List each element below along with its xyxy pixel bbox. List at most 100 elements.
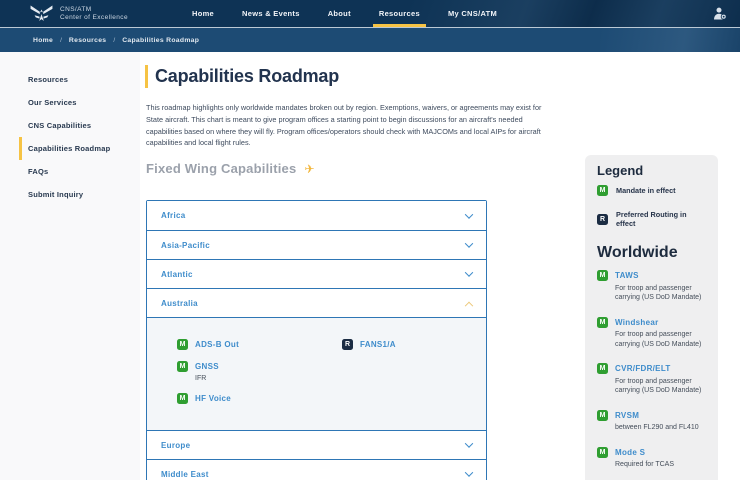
sidebar-item[interactable]: FAQs (19, 160, 140, 183)
airplane-icon: ✈ (304, 162, 314, 176)
accordion-label: Africa (161, 211, 185, 220)
accordion-row-atlantic[interactable]: Atlantic (147, 259, 486, 288)
main-content: Capabilities Roadmap This roadmap highli… (140, 52, 585, 480)
mandate-badge: M (177, 339, 188, 350)
australia-capabilities-panel: M ADS-B Out M GNSS (147, 317, 486, 430)
accordion-row-middle-east[interactable]: Middle East (147, 459, 486, 480)
capability-link[interactable]: RVSM (615, 411, 639, 420)
chevron-up-icon (465, 302, 473, 310)
mandate-badge: M (597, 185, 608, 196)
nav-item[interactable]: Home (178, 0, 228, 27)
chevron-down-icon (465, 268, 473, 276)
capabilities-column-1: M ADS-B Out M GNSS (177, 339, 342, 422)
accordion-label: Middle East (161, 470, 209, 479)
sidebar-item[interactable]: Capabilities Roadmap (19, 137, 140, 160)
legend-list: M Mandate in effect R Preferred Routing … (597, 185, 706, 228)
capabilities-column-2: R FANS1/A (342, 339, 396, 422)
breadcrumb-item: / Resources (53, 37, 106, 44)
capability-note: IFR (195, 375, 342, 382)
breadcrumb-link[interactable]: Capabilities Roadmap (122, 37, 199, 44)
mandate-badge: M (597, 317, 608, 328)
capability-note: For troop and passenger carrying (US DoD… (615, 377, 715, 396)
sidebar-item[interactable]: Resources (19, 68, 140, 91)
chevron-down-icon (465, 439, 473, 447)
legend-title: Legend (597, 163, 706, 178)
air-force-wings-logo (30, 4, 53, 23)
accordion-row-australia[interactable]: Australia (147, 288, 486, 317)
legend-item: R Preferred Routing in effect (597, 210, 706, 228)
sidebar-item[interactable]: Submit Inquiry (19, 183, 140, 206)
breadcrumb-link[interactable]: Home (33, 37, 53, 44)
brand[interactable]: CNS/ATM Center of Excellence (30, 4, 128, 23)
legend-panel: Legend M Mandate in effect R Preferred R… (585, 155, 718, 480)
capability-note: For troop and passenger carrying (US DoD… (615, 284, 715, 303)
worldwide-item: M RVSM between FL290 and FL410 (597, 410, 706, 433)
page: CNS/ATM Center of Excellence Home News &… (0, 0, 740, 480)
legend-item-label: Mandate in effect (616, 186, 676, 195)
nav-item[interactable]: About (314, 0, 365, 27)
accordion-label: Asia-Pacific (161, 241, 210, 250)
accordion-label: Atlantic (161, 270, 193, 279)
capability-link[interactable]: HF Voice (195, 394, 231, 403)
worldwide-item: M TAWS For troop and passenger carrying … (597, 270, 706, 303)
breadcrumb-separator: / (113, 37, 115, 44)
title-row: Capabilities Roadmap (145, 65, 339, 88)
capability-link[interactable]: GNSS (195, 362, 219, 371)
brand-text: CNS/ATM Center of Excellence (60, 6, 128, 22)
accordion-row-asia-pacific[interactable]: Asia-Pacific (147, 230, 486, 259)
mandate-badge: R (342, 339, 353, 350)
content-area: Resources Our Services CNS Capabilities … (0, 52, 740, 480)
nav-item[interactable]: My CNS/ATM (434, 0, 511, 27)
capability-item: M HF Voice (177, 393, 342, 404)
mandate-badge: M (597, 270, 608, 281)
legend-item: M Mandate in effect (597, 185, 706, 196)
chevron-down-icon (465, 239, 473, 247)
section-heading-label: Fixed Wing Capabilities (146, 161, 296, 176)
chevron-down-icon (465, 468, 473, 476)
top-nav-bar: CNS/ATM Center of Excellence Home News &… (0, 0, 740, 27)
worldwide-item: M Mode S Required for TCAS (597, 447, 706, 470)
main-nav: Home News & Events About Resources My CN… (178, 0, 511, 27)
accordion-label: Europe (161, 441, 190, 450)
legend-item-label: Preferred Routing in effect (616, 210, 706, 228)
mandate-badge: M (177, 393, 188, 404)
user-account-icon (713, 7, 727, 20)
title-accent-bar (145, 65, 148, 88)
capability-link[interactable]: ADS-B Out (195, 340, 239, 349)
capability-link[interactable]: Windshear (615, 318, 659, 327)
capability-link[interactable]: TAWS (615, 271, 639, 280)
breadcrumb-item: Home (33, 37, 53, 44)
nav-item[interactable]: Resources (365, 0, 434, 27)
page-title: Capabilities Roadmap (155, 66, 339, 87)
accordion-label: Australia (161, 299, 198, 308)
capability-link[interactable]: FANS1/A (360, 340, 396, 349)
mandate-badge: M (177, 361, 188, 372)
worldwide-item: M Windshear For troop and passenger carr… (597, 317, 706, 350)
region-accordion: Africa Asia-Pacific Atlantic Australia (146, 200, 487, 480)
breadcrumb: Home / Resources / Capabilities Roadmap (0, 27, 740, 52)
capability-note: Required for TCAS (615, 460, 715, 470)
intro-text: This roadmap highlights only worldwide m… (146, 102, 544, 149)
brand-line2: Center of Excellence (60, 14, 128, 22)
chevron-down-icon (465, 210, 473, 218)
worldwide-title: Worldwide (597, 244, 706, 262)
worldwide-item: M CVR/FDR/ELT For troop and passenger ca… (597, 363, 706, 396)
account-button[interactable] (713, 7, 727, 20)
capability-item: M ADS-B Out (177, 339, 342, 350)
accordion-row-africa[interactable]: Africa (147, 201, 486, 230)
capability-link[interactable]: Mode S (615, 448, 645, 457)
sidebar-item[interactable]: Our Services (19, 91, 140, 114)
capability-link[interactable]: CVR/FDR/ELT (615, 364, 671, 373)
accordion-row-europe[interactable]: Europe (147, 430, 486, 459)
sidebar-nav: Resources Our Services CNS Capabilities … (0, 52, 140, 480)
capability-item: M GNSS IFR (177, 361, 342, 382)
sidebar-item[interactable]: CNS Capabilities (19, 114, 140, 137)
mandate-badge: M (597, 410, 608, 421)
breadcrumb-item: / Capabilities Roadmap (106, 37, 199, 44)
breadcrumb-separator: / (60, 37, 62, 44)
mandate-badge: M (597, 363, 608, 374)
mandate-badge: M (597, 447, 608, 458)
breadcrumb-link[interactable]: Resources (69, 37, 106, 44)
nav-item[interactable]: News & Events (228, 0, 314, 27)
capability-item: R FANS1/A (342, 339, 396, 350)
